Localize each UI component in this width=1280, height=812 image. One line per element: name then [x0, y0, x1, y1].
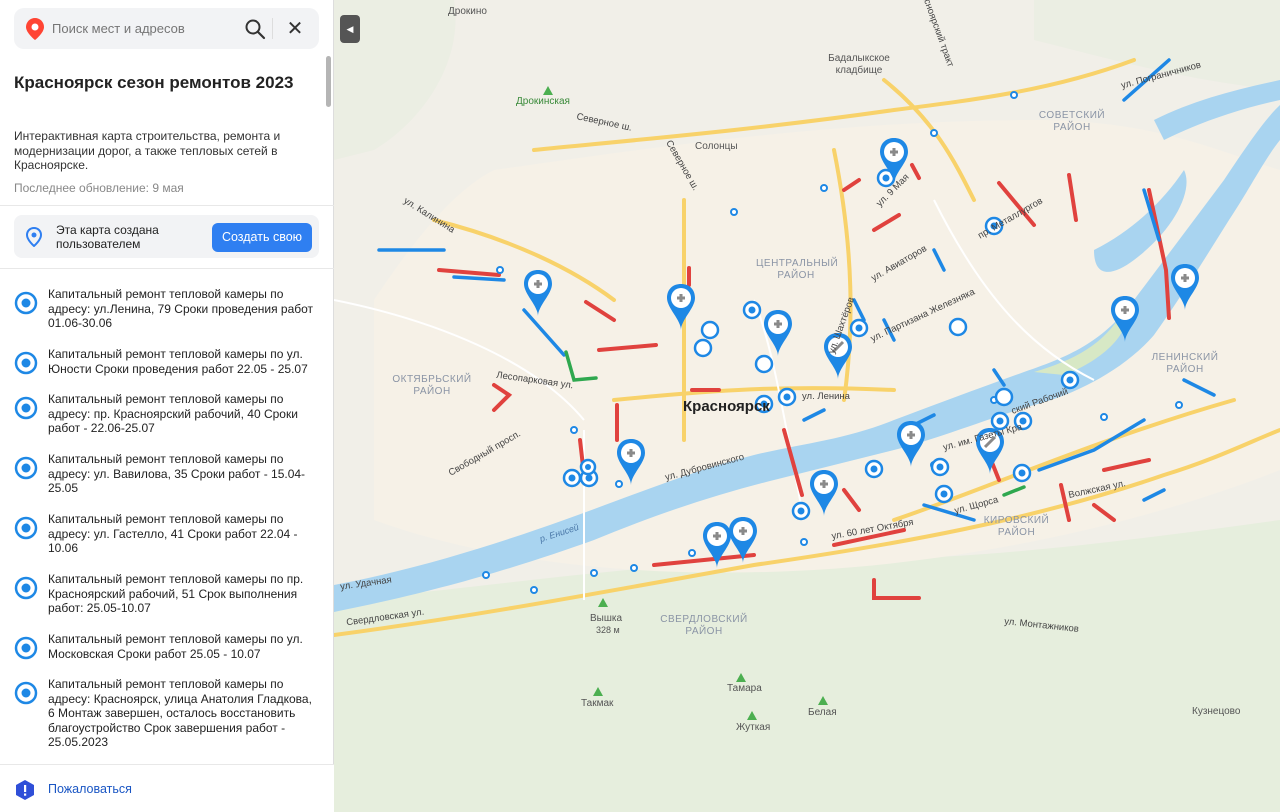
- divider: [0, 268, 334, 269]
- map-label-cemetery: Бадалыкское кладбище: [828, 53, 890, 76]
- map-label-kuznetsovo: Кузнецово: [1192, 706, 1241, 717]
- report-link[interactable]: Пожаловаться: [48, 782, 132, 796]
- location-pin-icon: [25, 227, 43, 247]
- target-icon: [14, 681, 38, 705]
- target-icon: [14, 351, 38, 375]
- map-label-tamara: Тамара: [727, 683, 762, 694]
- creator-text: Эта карта создана пользователем: [56, 223, 159, 251]
- list-item[interactable]: Капитальный ремонт тепловой камеры по ад…: [0, 677, 334, 757]
- sidebar-scrollbar[interactable]: [326, 56, 331, 107]
- map-canvas[interactable]: Дрокино Дрокинская Солонцы Бадалыкское к…: [334, 0, 1280, 812]
- list-item-text: Капитальный ремонт тепловой камеры по ад…: [48, 392, 298, 435]
- list-item-text: Капитальный ремонт тепловой камеры по ад…: [48, 287, 314, 330]
- map-label-solontsy: Солонцы: [695, 141, 738, 152]
- street-label: ул. Ленина: [802, 391, 850, 402]
- map-label-belaya: Белая: [808, 707, 837, 718]
- target-icon: [14, 396, 38, 420]
- list-item[interactable]: Капитальный ремонт тепловой камеры по ул…: [0, 347, 334, 382]
- map-label-zhutkaya: Жуткая: [736, 722, 771, 733]
- list-item-text: Капитальный ремонт тепловой камеры по ул…: [48, 632, 303, 661]
- map-label-vyshka: Вышка: [590, 613, 623, 624]
- list-item[interactable]: Капитальный ремонт тепловой камеры по ул…: [0, 632, 334, 667]
- map-title: Красноярск сезон ремонтов 2023: [14, 73, 294, 92]
- district-sovetsky: СОВЕТСКИЙ РАЙОН: [1038, 110, 1106, 133]
- district-tsentralny: ЦЕНТРАЛЬНЫЙ РАЙОН: [756, 258, 839, 281]
- target-icon: [14, 576, 38, 600]
- list-item-text: Капитальный ремонт тепловой камеры по ад…: [48, 512, 298, 555]
- search-input[interactable]: [52, 21, 232, 36]
- district-oktyabrsky: ОКТЯБРЬСКИЙ РАЙОН: [392, 374, 472, 397]
- creator-box: Эта карта создана пользователем Создать …: [14, 215, 319, 258]
- list-item-text: Капитальный ремонт тепловой камеры по ул…: [48, 347, 308, 376]
- search-box[interactable]: ✕: [14, 8, 319, 49]
- search-icon[interactable]: [243, 17, 267, 41]
- target-icon: [14, 636, 38, 660]
- sidebar-footer: Пожаловаться: [0, 764, 334, 812]
- warning-icon: [16, 780, 34, 800]
- list-item-text: Капитальный ремонт тепловой камеры по пр…: [48, 572, 304, 615]
- close-icon[interactable]: ✕: [283, 17, 307, 41]
- list-item[interactable]: Капитальный ремонт тепловой камеры по ад…: [0, 287, 334, 337]
- target-icon: [14, 456, 38, 480]
- map-label-drokinskaya: Дрокинская: [516, 96, 570, 107]
- list-item-text: Капитальный ремонт тепловой камеры по ад…: [48, 452, 306, 495]
- last-updated: Последнее обновление: 9 мая: [14, 181, 184, 195]
- district-kirovsky: КИРОВСКИЙ РАЙОН: [983, 515, 1050, 538]
- collapse-sidebar-button[interactable]: ◀: [340, 15, 360, 43]
- map-base: [334, 0, 1280, 812]
- city-name: Красноярск: [683, 398, 770, 415]
- search-separator: [272, 18, 273, 39]
- map-label-takmak: Такмак: [581, 698, 614, 709]
- district-sverdlovsky: СВЕРДЛОВСКИЙ РАЙОН: [660, 614, 748, 637]
- target-icon: [14, 291, 38, 315]
- map-label-drokino: Дрокино: [448, 6, 487, 17]
- district-leninsky: ЛЕНИНСКИЙ РАЙОН: [1151, 352, 1219, 375]
- list-item[interactable]: Капитальный ремонт тепловой камеры по ад…: [0, 452, 334, 502]
- sidebar: ✕ Красноярск сезон ремонтов 2023 Интерак…: [0, 0, 334, 812]
- create-map-button[interactable]: Создать свою: [212, 223, 312, 252]
- list-item[interactable]: Капитальный ремонт тепловой камеры по ад…: [0, 392, 334, 442]
- map-pin-icon: [26, 17, 44, 40]
- list-item[interactable]: Капитальный ремонт тепловой камеры по пр…: [0, 572, 334, 622]
- divider: [0, 205, 334, 206]
- list-item[interactable]: Капитальный ремонт тепловой камеры по ад…: [0, 512, 334, 562]
- target-icon: [14, 516, 38, 540]
- map-description: Интерактивная карта строительства, ремон…: [14, 129, 281, 172]
- map-label-vyshka-height: 328 м: [596, 625, 620, 635]
- list-item-text: Капитальный ремонт тепловой камеры по ад…: [48, 677, 312, 749]
